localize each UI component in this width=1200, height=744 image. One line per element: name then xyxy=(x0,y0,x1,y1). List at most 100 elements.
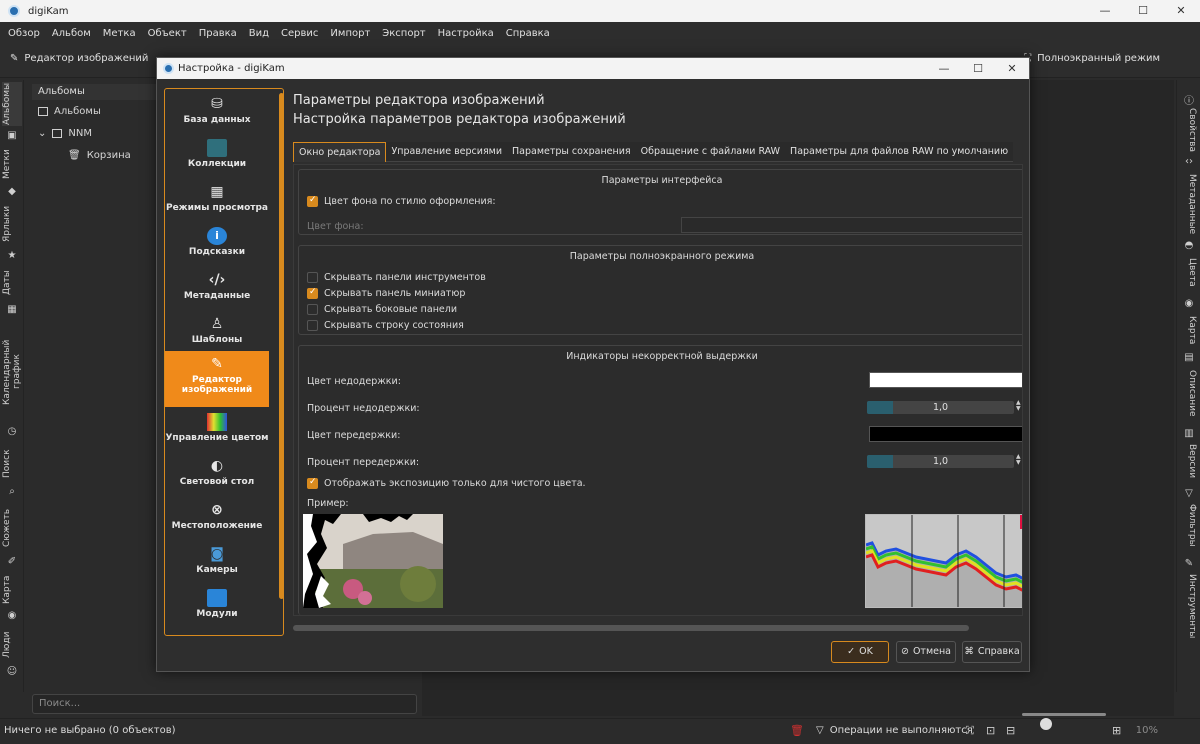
menu-album[interactable]: Альбом xyxy=(46,28,97,39)
over-color-picker[interactable] xyxy=(869,426,1022,442)
category-view-modes[interactable]: ▦ Режимы просмотра xyxy=(165,179,269,223)
tab-dates[interactable]: Даты xyxy=(2,268,22,298)
category-image-editor[interactable]: ✎ Редактор изображений xyxy=(165,351,269,407)
tab-map[interactable]: Карта xyxy=(2,574,22,606)
globe-icon: ◉ xyxy=(7,610,17,621)
hide-thumbbar-checkbox[interactable]: Скрывать панель миниатюр xyxy=(307,287,465,299)
category-cameras[interactable]: ◙ Камеры xyxy=(165,541,269,585)
menu-item[interactable]: Объект xyxy=(142,28,193,39)
tab-raw-defaults[interactable]: Параметры для файлов RAW по умолчанию xyxy=(785,142,1014,162)
close-button[interactable]: ✕ xyxy=(1162,0,1200,22)
category-tooltips[interactable]: i Подсказки xyxy=(165,223,269,267)
page-horizontal-scrollbar[interactable] xyxy=(293,625,969,631)
image-editor-button[interactable]: ✎ Редактор изображений xyxy=(10,53,148,64)
dialog-title: Настройка - digiKam xyxy=(178,63,285,74)
tab-colors[interactable]: Цвета xyxy=(1181,258,1197,288)
under-percent-spinbox[interactable]: 1,0 xyxy=(867,401,1014,414)
category-metadata[interactable]: ‹/› Метаданные xyxy=(165,267,269,311)
help-button[interactable]: ⌘ Справка xyxy=(962,641,1022,663)
tab-people[interactable]: Люди xyxy=(2,630,22,660)
category-scrollbar[interactable] xyxy=(279,93,283,599)
pure-color-checkbox[interactable]: Отображать экспозицию только для чистого… xyxy=(307,477,586,489)
category-database[interactable]: ⛁ База данных xyxy=(165,91,269,135)
checkbox-checked[interactable] xyxy=(307,195,318,207)
cancel-button[interactable]: ⊘ Отмена xyxy=(896,641,956,663)
tab-editor-window[interactable]: Окно редактора xyxy=(293,142,387,162)
over-percent-spinbox[interactable]: 1,0 xyxy=(867,455,1014,468)
checkbox-unchecked[interactable] xyxy=(307,304,318,315)
maximize-button[interactable]: ☐ xyxy=(1124,0,1162,22)
dialog-minimize-button[interactable]: — xyxy=(927,58,961,79)
tab-timeline[interactable]: Календарный график xyxy=(2,324,22,420)
zoom-fit-icon[interactable]: ⛶ xyxy=(966,724,974,738)
tab-versioning[interactable]: Управление версиями xyxy=(386,142,508,162)
menu-settings[interactable]: Настройка xyxy=(432,28,500,39)
checkbox-unchecked[interactable] xyxy=(307,320,318,331)
over-percent-label: Процент передержки: xyxy=(307,457,420,468)
minimize-button[interactable]: — xyxy=(1086,0,1124,22)
tab-tools[interactable]: Инструменты xyxy=(1181,574,1197,638)
checkbox-checked[interactable] xyxy=(307,287,318,299)
menu-tag[interactable]: Метка xyxy=(97,28,142,39)
trash-status-icon[interactable]: 🗑 xyxy=(790,724,804,737)
help-icon: ⌘ xyxy=(964,646,974,657)
hide-toolbars-checkbox[interactable]: Скрывать панели инструментов xyxy=(307,272,486,283)
tab-properties[interactable]: Свойства xyxy=(1181,108,1197,156)
hide-statusbar-checkbox[interactable]: Скрывать строку состояния xyxy=(307,320,464,331)
bg-color-picker[interactable] xyxy=(681,217,1022,233)
menu-tools[interactable]: Сервис xyxy=(275,28,324,39)
tab-raw-handling[interactable]: Обращение с файлами RAW xyxy=(635,142,786,162)
category-geolocation[interactable]: ⊗ Местоположение xyxy=(165,497,269,541)
menu-help[interactable]: Справка xyxy=(500,28,556,39)
menu-view[interactable]: Вид xyxy=(243,28,275,39)
tree-item-nnm[interactable]: ⌄ NNM xyxy=(38,128,92,139)
star-icon: ★ xyxy=(7,250,17,261)
category-templates[interactable]: ♙ Шаблоны xyxy=(165,311,269,355)
editor-settings-tabs: Окно редактора Управление версиями Парам… xyxy=(293,142,1014,162)
tab-description[interactable]: Описание xyxy=(1181,370,1197,418)
dialog-close-button[interactable]: ✕ xyxy=(995,58,1029,79)
zoom-slider-handle[interactable] xyxy=(1040,718,1052,730)
under-color-label: Цвет недодержки: xyxy=(307,376,401,387)
tree-item-albums-root[interactable]: Альбомы xyxy=(38,106,101,117)
album-search-input[interactable]: Поиск... xyxy=(32,694,417,714)
checkbox-checked[interactable] xyxy=(307,477,318,489)
over-percent-arrows[interactable]: ▲ ▼ xyxy=(1016,454,1022,466)
dialog-maximize-button[interactable]: ☐ xyxy=(961,58,995,79)
menu-import[interactable]: Импорт xyxy=(324,28,376,39)
ok-button[interactable]: ✓ OK xyxy=(831,641,889,663)
zoom-slider-track[interactable] xyxy=(1022,713,1106,716)
tab-search[interactable]: Поиск xyxy=(2,446,22,482)
tab-albums[interactable]: Альбомы xyxy=(2,82,22,126)
tab-fuzzy-search[interactable]: Сюжеть xyxy=(2,504,22,552)
tab-labels[interactable]: Ярлыки xyxy=(2,204,22,244)
tab-save-settings[interactable]: Параметры сохранения xyxy=(507,142,636,162)
plugins-icon xyxy=(207,589,227,607)
digikam-logo-icon xyxy=(163,63,174,74)
category-plugins[interactable]: Модули xyxy=(165,585,269,629)
zoom-in-icon[interactable]: ⊞ xyxy=(1112,724,1121,737)
zoom-100-icon[interactable]: ⊡ xyxy=(986,724,995,737)
filter-icon[interactable]: ▽ xyxy=(816,725,824,736)
hide-sidebars-checkbox[interactable]: Скрывать боковые панели xyxy=(307,304,457,315)
zoom-out-icon[interactable]: ⊟ xyxy=(1006,724,1015,737)
category-color-management[interactable]: Управление цветом xyxy=(165,409,269,453)
category-light-table[interactable]: ◐ Световой стол xyxy=(165,453,269,497)
filter-icon: ▽ xyxy=(1185,488,1193,499)
fullscreen-button[interactable]: ⛶ Полноэкранный режим xyxy=(1024,53,1160,64)
tab-tags[interactable]: Метки xyxy=(2,146,22,182)
under-percent-arrows[interactable]: ▲ ▼ xyxy=(1016,400,1022,412)
checkbox-unchecked[interactable] xyxy=(307,272,318,283)
menu-export[interactable]: Экспорт xyxy=(376,28,431,39)
tab-filters[interactable]: Фильтры xyxy=(1181,504,1197,548)
cancel-icon: ⊘ xyxy=(900,646,909,657)
tab-metadata[interactable]: Метаданные xyxy=(1181,174,1197,234)
theme-bg-checkbox[interactable]: Цвет фона по стилю оформления: xyxy=(307,195,496,207)
tree-item-trash[interactable]: 🗑 Корзина xyxy=(68,150,131,161)
menu-edit[interactable]: Правка xyxy=(193,28,243,39)
tab-map[interactable]: Карта xyxy=(1181,316,1197,346)
category-collections[interactable]: Коллекции xyxy=(165,135,269,179)
menu-browse[interactable]: Обзор xyxy=(2,28,46,39)
under-color-picker[interactable] xyxy=(869,372,1022,388)
tab-versions[interactable]: Версии xyxy=(1181,444,1197,480)
